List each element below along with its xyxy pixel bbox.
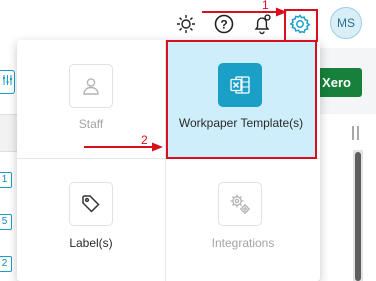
integrations-label: Integrations — [211, 236, 275, 250]
integrations-tile[interactable]: Integrations — [166, 159, 320, 281]
annotation-step-1: 1 — [262, 0, 269, 12]
column-resize-handle[interactable] — [357, 126, 359, 140]
labels-tile[interactable]: Label(s) — [17, 159, 165, 281]
sliders-icon — [2, 73, 12, 91]
row-count-tag[interactable]: 5 — [0, 214, 12, 230]
sun-icon[interactable] — [176, 14, 196, 34]
table-right-area — [320, 114, 376, 281]
gears-icon — [218, 182, 262, 226]
column-resize-handle[interactable] — [352, 126, 354, 140]
staff-label: Staff — [78, 117, 104, 131]
xero-button-label: Xero — [322, 75, 351, 90]
row-count-tag[interactable]: 1 — [0, 172, 12, 188]
annotation-arrow-1 — [202, 7, 287, 17]
annotation-arrow-2 — [84, 142, 163, 152]
highlight-box-workpaper — [166, 40, 317, 159]
filter-toggle[interactable] — [0, 70, 15, 94]
row-count-tag[interactable]: 2 — [0, 256, 12, 272]
labels-label: Label(s) — [69, 236, 113, 250]
tag-icon — [69, 182, 113, 226]
avatar-initials: MS — [337, 16, 355, 30]
avatar[interactable]: MS — [330, 7, 362, 39]
annotation-step-2: 2 — [141, 133, 148, 147]
user-icon — [69, 64, 113, 108]
svg-text:?: ? — [220, 18, 227, 32]
scrollbar-thumb[interactable] — [355, 152, 361, 281]
